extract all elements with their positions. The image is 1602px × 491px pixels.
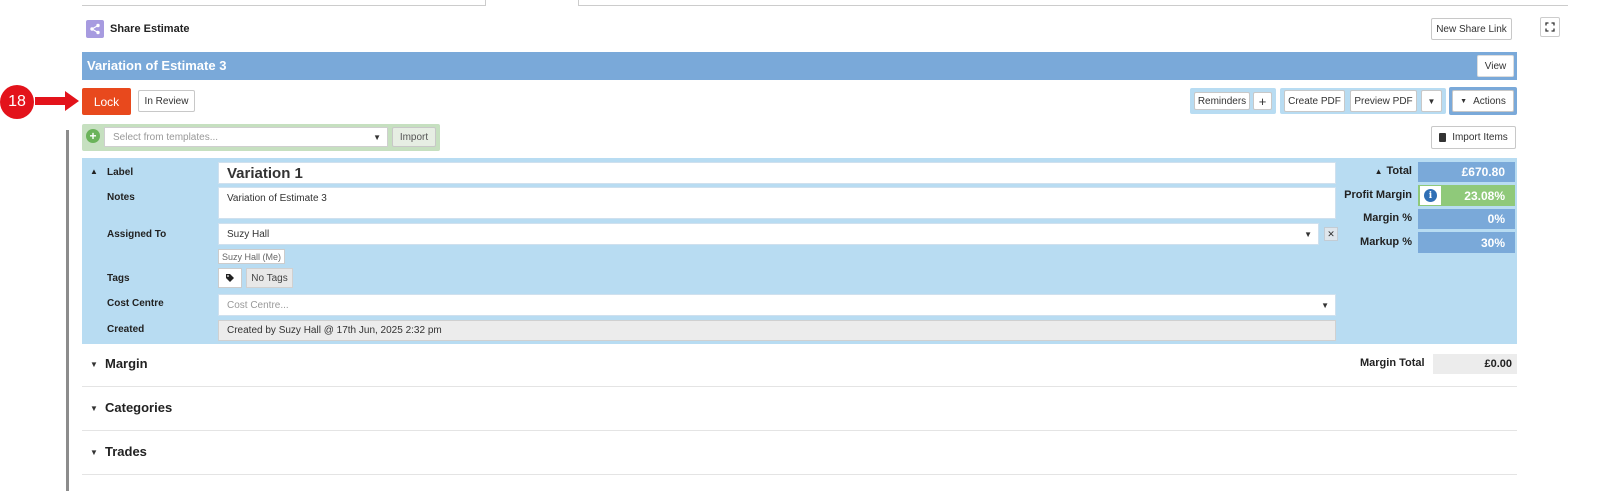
status-in-review-button[interactable]: In Review [138,90,195,112]
template-select[interactable]: Select from templates... ▼ [104,127,388,147]
margin-percent-label: Margin % [1363,212,1412,224]
cost-centre-label: Cost Centre [107,298,164,309]
step-number-badge: 18 [0,85,34,119]
template-select-placeholder: Select from templates... [113,131,219,143]
total-value: £670.80 [1418,162,1515,182]
total-label[interactable]: ▲ Total [1340,165,1412,177]
no-tags-chip[interactable]: No Tags [246,268,293,288]
assigned-to-value: Suzy Hall [227,228,270,240]
fullscreen-icon[interactable] [1540,17,1560,37]
profit-margin-label: Profit Margin [1344,189,1412,201]
collapse-caret-icon[interactable]: ▲ [90,167,98,176]
assigned-to-label: Assigned To [107,229,167,240]
trades-section[interactable]: ▼ Trades [82,431,1517,475]
template-import-button[interactable]: Import [392,127,436,147]
margin-section[interactable]: ▼ Margin Margin Total £0.00 [82,343,1517,387]
markup-percent-label: Markup % [1360,236,1412,248]
tags-label: Tags [107,273,130,284]
expand-caret-icon: ▼ [90,360,98,369]
notes-label: Notes [107,192,135,203]
categories-section-title: Categories [105,400,173,415]
cost-centre-select[interactable]: Cost Centre... ▼ [218,294,1336,316]
new-share-link-button[interactable]: New Share Link [1431,18,1512,40]
preview-pdf-button[interactable]: Preview PDF [1350,90,1417,112]
created-readonly-field: Created by Suzy Hall @ 17th Jun, 2025 2:… [218,320,1336,341]
notes-textarea[interactable]: Variation of Estimate 3 [218,187,1336,219]
label-input[interactable]: Variation 1 [218,162,1336,184]
tag-icon[interactable] [218,268,242,288]
chevron-down-icon: ▼ [1460,97,1468,105]
annotation-arrow-icon [35,91,79,111]
expand-caret-icon: ▼ [90,404,98,413]
created-label: Created [107,324,145,335]
categories-section[interactable]: ▼ Categories [82,387,1517,431]
estimate-header-bar: Variation of Estimate 3 View [82,52,1517,80]
chevron-down-icon: ▼ [373,132,381,142]
margin-total-value: £0.00 [1433,354,1517,374]
info-icon[interactable]: i [1420,186,1441,205]
assigned-suggestion-chip[interactable]: Suzy Hall (Me) [218,249,286,264]
create-pdf-button[interactable]: Create PDF [1284,90,1345,112]
chevron-down-icon: ▼ [1321,300,1329,310]
cost-centre-placeholder: Cost Centre... [227,299,289,311]
lock-button[interactable]: Lock [82,88,131,115]
reminders-button[interactable]: Reminders [1194,92,1250,110]
file-import-icon [1439,133,1447,142]
tab-strip-left [82,0,486,6]
add-reminder-button[interactable]: + [1253,92,1272,110]
expand-caret-icon: ▼ [90,448,98,457]
details-panel [82,158,1517,344]
collapse-caret-icon: ▲ [1374,167,1383,176]
import-items-button[interactable]: Import Items [1431,126,1516,149]
margin-total-label: Margin Total [1360,357,1425,369]
view-button[interactable]: View [1477,55,1514,77]
share-icon[interactable] [86,20,104,38]
chevron-down-icon: ▼ [1304,229,1312,239]
left-edge-bar [66,130,69,491]
import-items-label: Import Items [1452,132,1508,143]
actions-label: Actions [1473,95,1506,107]
add-template-icon[interactable]: + [86,129,100,143]
label-field-label: Label [107,167,134,178]
margin-percent-value: 0% [1418,209,1515,229]
markup-percent-value: 30% [1418,232,1515,253]
total-label-text: Total [1386,165,1412,177]
pdf-dropdown-caret-icon[interactable]: ▼ [1421,90,1442,112]
assigned-to-select[interactable]: Suzy Hall ▼ [218,223,1319,245]
margin-section-title: Margin [105,356,148,371]
share-estimate-title[interactable]: Share Estimate [110,23,189,35]
tab-strip-right [578,0,1568,6]
estimate-title: Variation of Estimate 3 [87,58,227,73]
actions-button[interactable]: ▼ Actions [1452,90,1514,112]
trades-section-title: Trades [105,444,147,459]
